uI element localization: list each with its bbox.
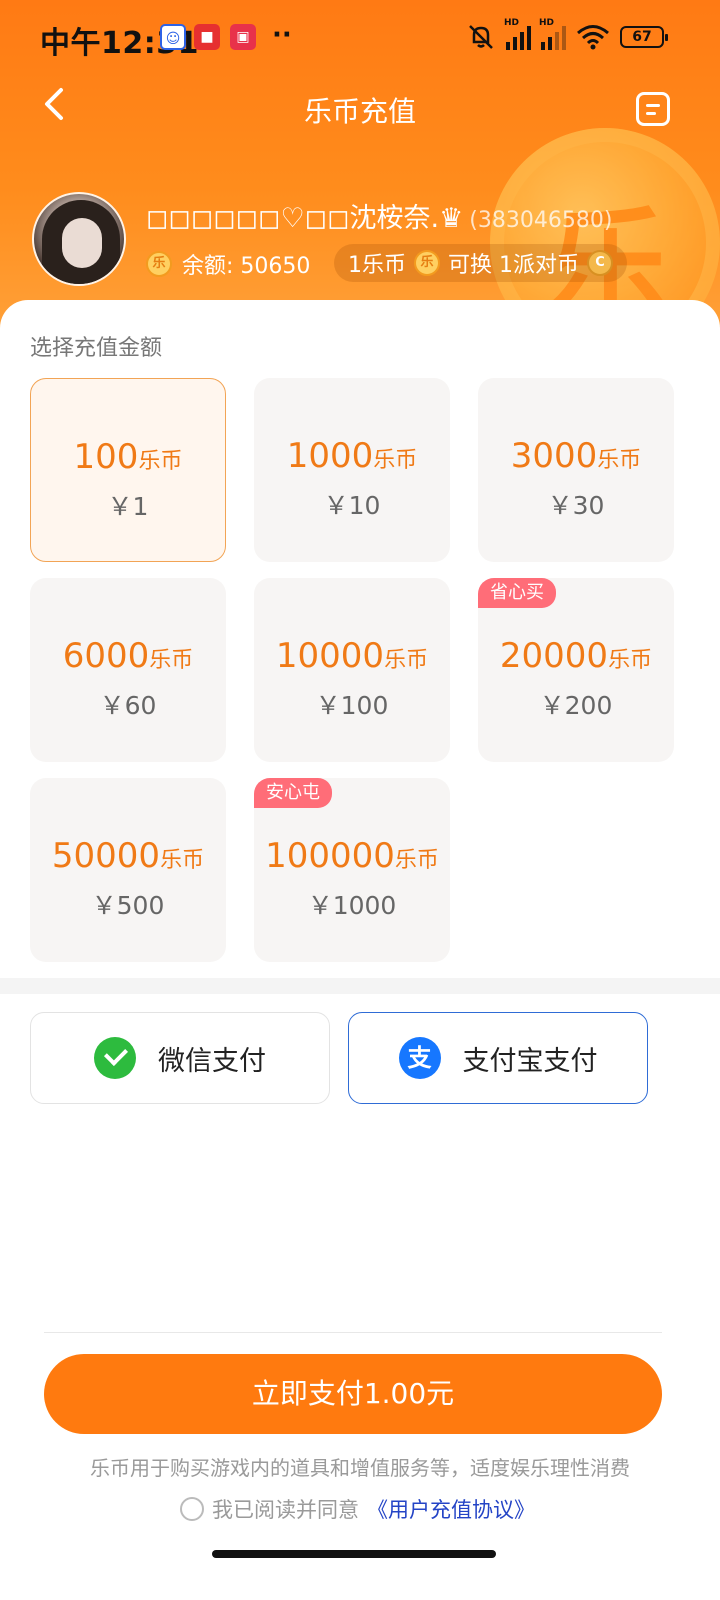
recharge-package[interactable]: 1000乐币 ￥10 <box>254 378 450 562</box>
exchange-rate-pill: 1乐币 乐 可换 1派对币 C <box>334 244 627 282</box>
package-unit: 乐币 <box>160 848 205 873</box>
agreement-radio[interactable] <box>180 1497 204 1521</box>
package-unit: 乐币 <box>138 449 183 474</box>
package-price: ￥1000 <box>307 891 397 920</box>
agreement-row[interactable]: 我已阅读并同意 《用户充值协议》 <box>180 1494 535 1524</box>
wechat-pay-button[interactable]: 微信支付 <box>30 1012 330 1104</box>
status-bar: 中午12:31 ☺ ■ ▣ ·· HD HD 67 <box>0 0 720 78</box>
alipay-button[interactable]: 支 支付宝支付 <box>348 1012 648 1104</box>
package-unit: 乐币 <box>597 448 642 473</box>
package-price: ￥200 <box>539 691 613 720</box>
le-coin-icon: 乐 <box>146 251 172 277</box>
recharge-package[interactable]: 6000乐币 ￥60 <box>30 578 226 762</box>
signal-1-icon: HD <box>504 18 531 50</box>
recharge-record-button[interactable] <box>636 92 670 126</box>
package-tag: 安心屯 <box>254 778 332 808</box>
baidu-app-icon: ☺ <box>160 24 186 50</box>
package-unit: 乐币 <box>384 648 429 673</box>
recharge-package[interactable]: 100乐币 ￥1 <box>30 378 226 562</box>
package-coin-amount: 100乐币 <box>73 437 183 477</box>
package-price: ￥30 <box>547 491 605 520</box>
balance-label: 余额: 50650 <box>182 254 311 279</box>
package-price: ￥100 <box>315 691 389 720</box>
package-coin-amount: 10000乐币 <box>275 636 429 676</box>
mute-icon <box>469 25 493 49</box>
page-title: 乐币充值 <box>303 95 416 128</box>
pay-now-button[interactable]: 立即支付1.00元 <box>44 1354 662 1434</box>
more-notifications-indicator: ·· <box>272 20 292 50</box>
recharge-package[interactable]: 安心屯 100000乐币 ￥1000 <box>254 778 450 962</box>
package-coin-amount: 50000乐币 <box>51 836 205 876</box>
section-divider <box>0 978 720 994</box>
battery-icon: 67 <box>620 26 668 48</box>
recharge-package[interactable]: 50000乐币 ￥500 <box>30 778 226 962</box>
package-price: ￥1 <box>107 492 149 521</box>
shop-app-icon: ■ <box>194 24 220 50</box>
user-id: (383046580) <box>469 208 613 233</box>
alipay-icon: 支 <box>398 1037 441 1079</box>
package-unit: 乐币 <box>394 848 439 873</box>
recharge-package[interactable]: 10000乐币 ￥100 <box>254 578 450 762</box>
package-unit: 乐币 <box>608 648 653 673</box>
signal-2-icon: HD <box>539 18 566 50</box>
package-coin-amount: 100000乐币 <box>265 836 439 876</box>
balance-value: 50650 <box>240 254 311 279</box>
package-tag: 省心买 <box>478 578 556 608</box>
recharge-package[interactable]: 3000乐币 ￥30 <box>478 378 674 562</box>
balance-row: 乐 余额: 50650 <box>146 248 310 280</box>
wechat-icon <box>94 1037 136 1079</box>
user-nickname: ◻◻◻◻◻◻♡◻◻沈桉奈.♛ (383046580) <box>146 203 613 234</box>
home-indicator[interactable] <box>212 1550 496 1558</box>
disclaimer-text: 乐币用于购买游戏内的道具和增值服务等，适度娱乐理性消费 <box>90 1456 630 1480</box>
video-app-icon: ▣ <box>230 24 256 50</box>
package-price: ￥60 <box>99 691 157 720</box>
divider <box>44 1332 662 1333</box>
package-coin-amount: 20000乐币 <box>499 636 653 676</box>
recharge-package[interactable]: 省心买 20000乐币 ￥200 <box>478 578 674 762</box>
package-coin-amount: 1000乐币 <box>286 436 418 476</box>
wifi-icon <box>577 25 609 50</box>
package-coin-amount: 3000乐币 <box>510 436 642 476</box>
section-label: 选择充值金额 <box>30 336 163 361</box>
package-price: ￥10 <box>323 491 381 520</box>
package-price: ￥500 <box>91 891 165 920</box>
package-unit: 乐币 <box>149 648 194 673</box>
avatar <box>32 192 126 286</box>
agreement-link[interactable]: 《用户充值协议》 <box>367 1494 535 1524</box>
record-list-icon <box>646 104 660 107</box>
party-coin-icon: C <box>587 250 613 276</box>
le-coin-icon: 乐 <box>414 250 440 276</box>
package-unit: 乐币 <box>373 448 418 473</box>
package-coin-amount: 6000乐币 <box>62 636 194 676</box>
